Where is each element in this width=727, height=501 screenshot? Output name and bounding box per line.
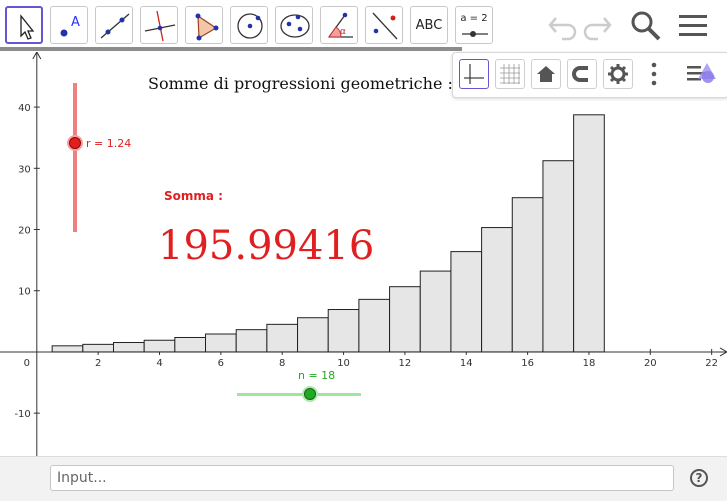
bar (573, 114, 605, 353)
text-tool-button[interactable]: ABC (410, 6, 448, 44)
angle-icon: α (328, 12, 353, 38)
x-tick-label: 16 (521, 358, 534, 369)
x-tick-label: 4 (156, 358, 162, 369)
angle-tool-button[interactable]: α (320, 6, 358, 44)
x-tick-label: 6 (218, 358, 224, 369)
axes-icon (464, 64, 484, 84)
grid-toggle-button[interactable] (495, 59, 525, 89)
bar (297, 317, 329, 353)
y-tick-label: 20 (18, 226, 31, 237)
circle-center-icon (237, 13, 263, 39)
view-style-panel (452, 52, 727, 98)
line-tool-button[interactable] (95, 6, 133, 44)
slider-n-track[interactable] (237, 393, 361, 396)
move-tool-button[interactable] (5, 6, 43, 44)
y-tick-label: 10 (18, 287, 31, 298)
graphics-view[interactable]: 0 2 4 6 8 10 12 14 16 18 20 22 -10 10 20 30 40 Somme di … (0, 52, 727, 456)
menu-icon[interactable] (676, 8, 710, 42)
bar (174, 336, 207, 353)
circle-tool-button[interactable] (230, 6, 268, 44)
bar (205, 333, 237, 353)
point-tool-label: A (71, 15, 80, 30)
x-tick-label: 18 (583, 358, 596, 369)
slider-icon: a = 2 (460, 13, 488, 24)
perpendicular-line-icon (144, 10, 176, 42)
gear-icon (608, 64, 628, 84)
algebra-input[interactable] (50, 465, 674, 491)
line-icon (100, 13, 130, 39)
x-tick-label: 14 (460, 358, 473, 369)
home-icon (537, 66, 555, 82)
x-tick-label: 10 (337, 358, 350, 369)
x-tick-label: 12 (399, 358, 412, 369)
ellipse-icon (280, 14, 310, 38)
text-icon: ABC (415, 17, 443, 33)
slider-tool-button[interactable]: a = 2 (455, 6, 493, 44)
bar (419, 270, 452, 353)
snap-button[interactable] (567, 59, 597, 89)
slider-r-label: r = 1.24 (86, 137, 131, 150)
magnet-icon (572, 66, 588, 82)
slider-n-handle[interactable] (304, 388, 316, 400)
bar (358, 298, 391, 353)
reflect-tool-button[interactable] (365, 6, 403, 44)
point-icon: A (60, 15, 80, 37)
point-tool-button[interactable]: A (50, 6, 88, 44)
search-icon[interactable] (628, 8, 662, 42)
somma-label: Somma : (164, 189, 223, 203)
bar (143, 339, 176, 353)
toolbar: A α ABC a = 2 (0, 0, 727, 50)
y-tick-label: 40 (18, 103, 31, 114)
bar (266, 323, 299, 353)
grid-icon (500, 64, 520, 84)
y-tick-label: -10 (14, 409, 30, 420)
reflect-icon (372, 12, 398, 40)
bar (51, 345, 84, 353)
bar (82, 343, 114, 353)
bar (450, 251, 483, 353)
bar (542, 160, 575, 353)
home-view-button[interactable] (531, 59, 561, 89)
y-tick-label: 30 (18, 164, 31, 175)
polygon-tool-button[interactable] (185, 6, 223, 44)
bar (481, 227, 513, 353)
bar (235, 329, 268, 353)
bar (389, 286, 421, 353)
perpendicular-tool-button[interactable] (140, 6, 178, 44)
arrow-cursor-icon (20, 14, 35, 40)
bar (327, 309, 360, 353)
help-button[interactable]: ? (690, 469, 708, 487)
angle-tool-label: α (340, 27, 346, 37)
style-bar-icon[interactable] (685, 59, 721, 89)
x-tick-label: 2 (95, 358, 101, 369)
x-tick-label: 22 (705, 358, 718, 369)
graph-title: Somme di progressioni geometriche : (148, 74, 453, 93)
axes-toggle-button[interactable] (459, 59, 489, 89)
slider-r-track[interactable] (73, 83, 77, 232)
redo-icon[interactable] (582, 8, 616, 42)
x-tick-label: 8 (279, 358, 285, 369)
more-icon[interactable] (647, 61, 661, 89)
undo-icon[interactable] (546, 8, 580, 42)
slider-n-label: n = 18 (298, 369, 335, 382)
x-tick-label: 0 (24, 358, 30, 369)
x-tick-label: 20 (644, 358, 657, 369)
toolbar-divider (0, 47, 462, 51)
slider-r-handle[interactable] (69, 137, 81, 149)
bar (112, 342, 145, 353)
ellipse-tool-button[interactable] (275, 6, 313, 44)
settings-button[interactable] (603, 59, 633, 89)
bar (511, 197, 544, 353)
input-bar-area: ? (0, 456, 727, 501)
somma-value: 195.99416 (158, 223, 374, 269)
polygon-icon (195, 13, 219, 41)
